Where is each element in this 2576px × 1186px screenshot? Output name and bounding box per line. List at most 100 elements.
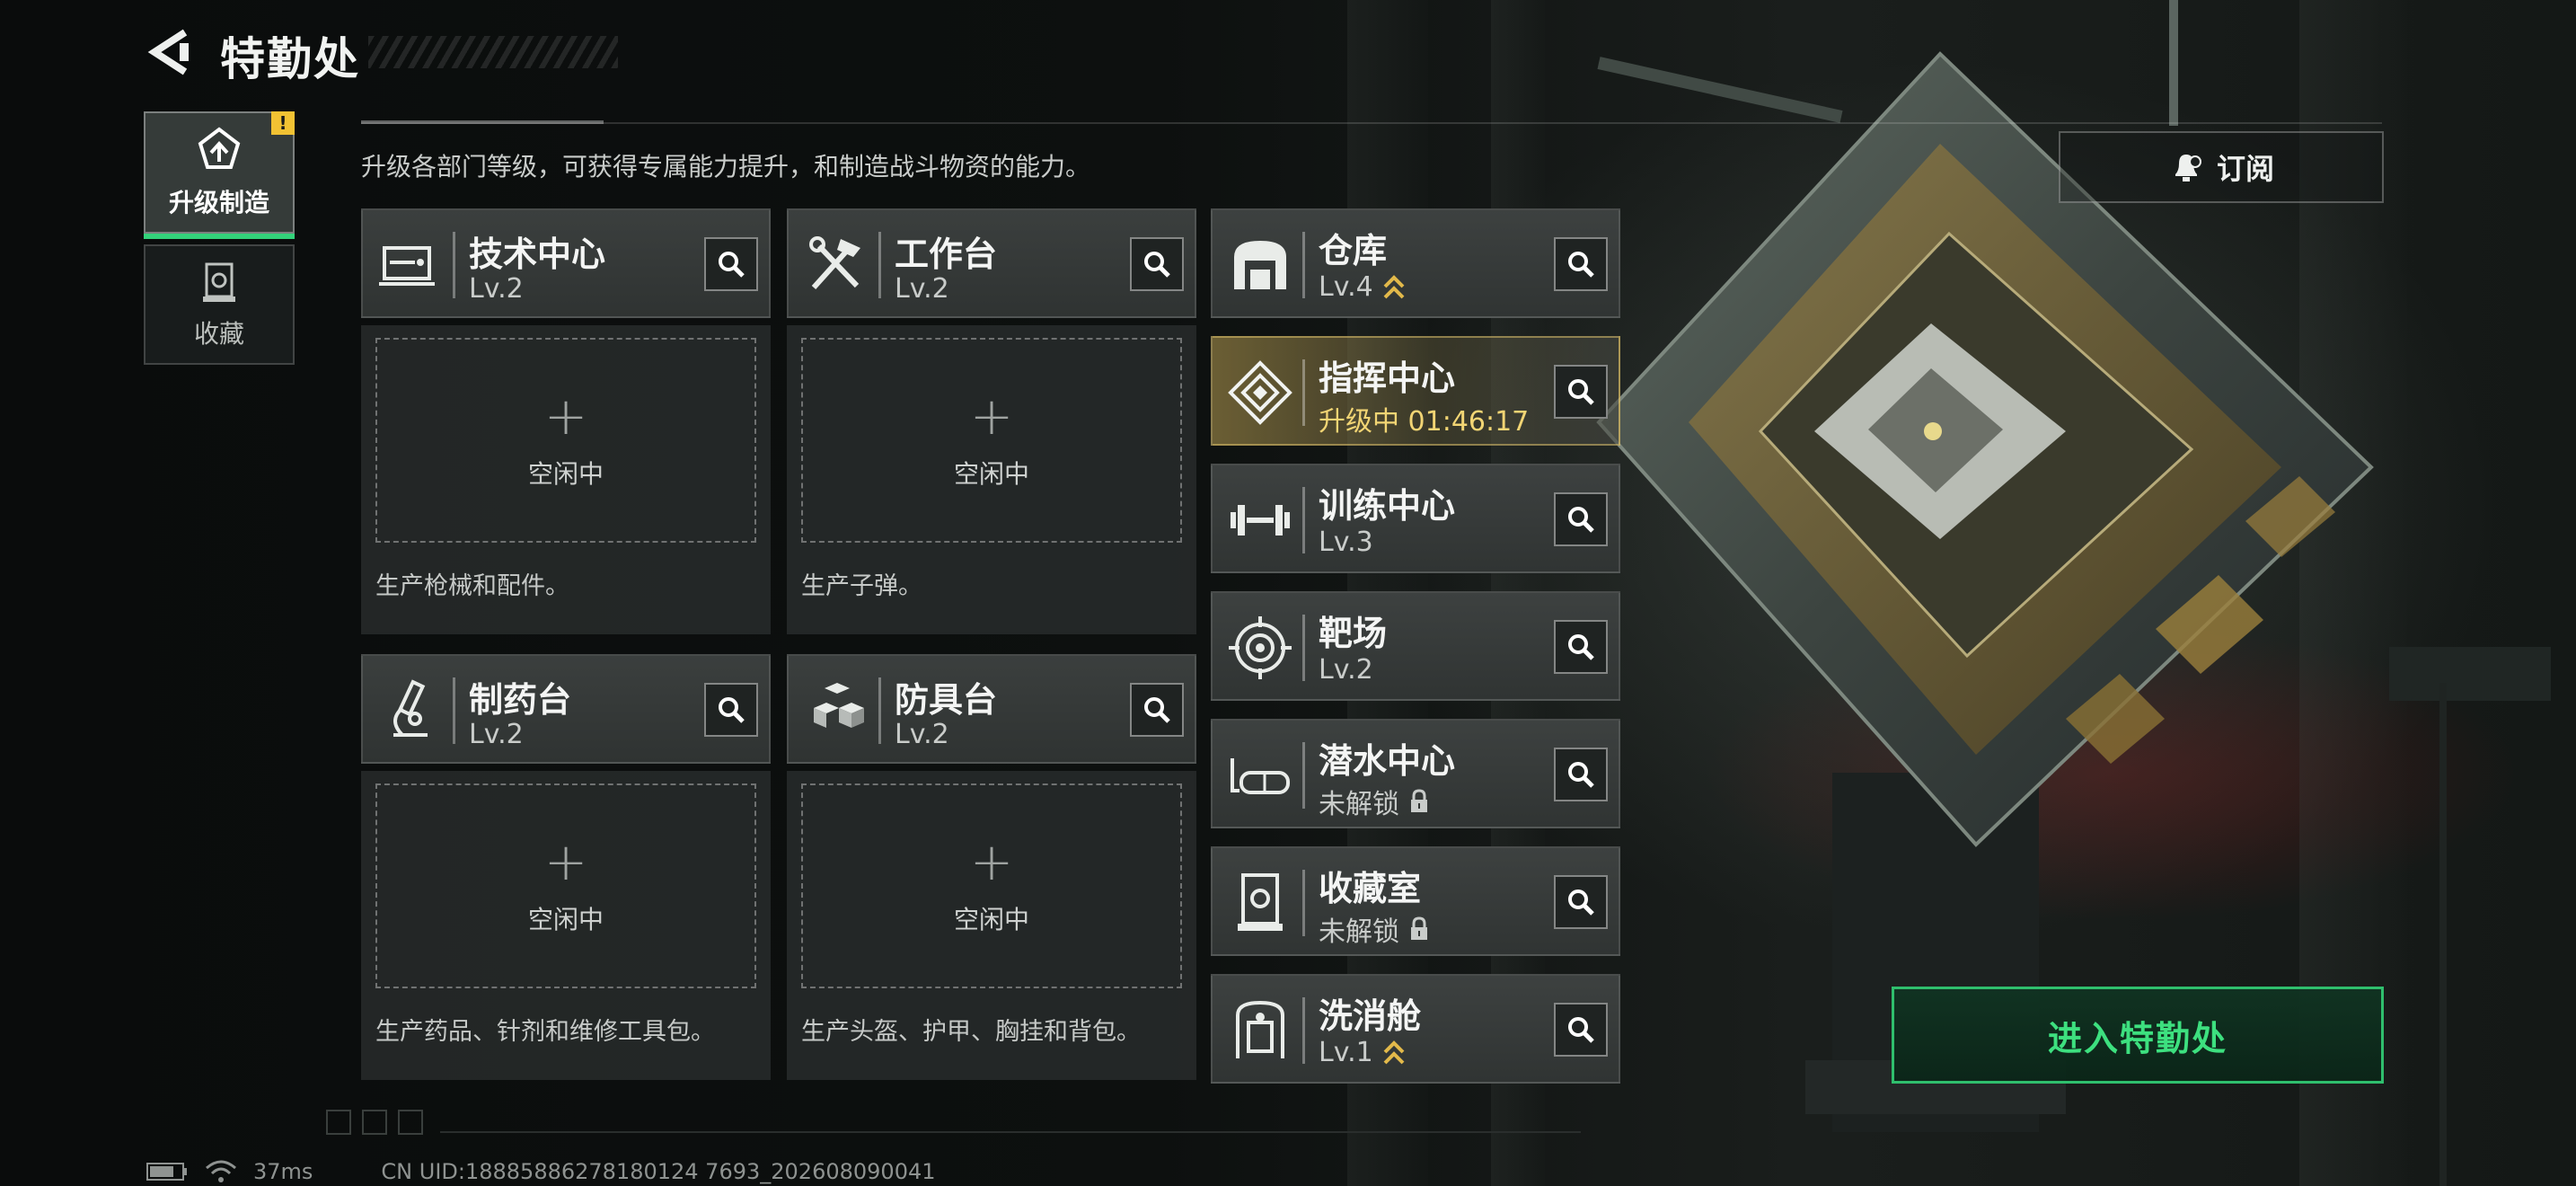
bell-icon <box>2175 155 2201 181</box>
command-center-icon <box>1228 360 1292 425</box>
diving-center-icon <box>1231 758 1290 794</box>
magnifier-icon <box>719 252 745 278</box>
tab-upgrade-craft[interactable]: ! 升级制造 <box>144 111 295 239</box>
slot-status: 空闲中 <box>527 905 604 934</box>
production-card-pharmacy: 制药台 Lv.2 + 空闲中 生产药品、针剂和维修工具包。 <box>361 654 771 1080</box>
production-card-tech-center: 技术中心 Lv.2 + 空闲中 生产枪械和配件。 <box>361 208 771 634</box>
title-decoration <box>368 36 618 68</box>
production-description: 生产枪械和配件。 <box>375 572 569 600</box>
facility-status: Lv.3 <box>1319 527 1373 558</box>
magnifier-icon <box>1568 1017 1594 1043</box>
header-separator <box>1302 615 1305 681</box>
workbench-icon <box>809 236 860 290</box>
inspect-button[interactable] <box>1554 1003 1608 1057</box>
inspect-button[interactable] <box>704 683 758 737</box>
facility-diving-center[interactable]: 潜水中心 未解锁 <box>1211 719 1620 828</box>
divider <box>361 122 2382 124</box>
facility-level: Lv.2 <box>895 719 949 750</box>
facility-decontamination[interactable]: 洗消舱 Lv.1 <box>1211 974 1620 1084</box>
production-card-body: + 空闲中 生产子弹。 <box>787 325 1196 634</box>
facility-command-center[interactable]: 指挥中心 升级中 01:46:17 <box>1211 336 1620 446</box>
header-separator <box>453 677 455 744</box>
facility-training-center[interactable]: 训练中心 Lv.3 <box>1211 464 1620 573</box>
facility-status: 未解锁 <box>1319 782 1430 821</box>
inspect-button[interactable] <box>1554 620 1608 674</box>
plus-icon: + <box>969 831 1014 892</box>
inspect-button[interactable] <box>1554 237 1608 291</box>
production-card-body: + 空闲中 生产枪械和配件。 <box>361 325 771 634</box>
lock-status: 未解锁 <box>1319 916 1399 948</box>
inspect-button[interactable] <box>704 237 758 291</box>
production-card-header[interactable]: 制药台 Lv.2 <box>361 654 771 764</box>
production-slot[interactable]: + 空闲中 <box>801 783 1182 988</box>
inspect-button[interactable] <box>1130 683 1184 737</box>
facility-name: 仓库 <box>1319 231 1388 270</box>
player-uid: CN UID:18885886278180124 7693_2026080900… <box>381 1159 936 1184</box>
magnifier-icon <box>1568 634 1594 660</box>
magnifier-icon <box>1568 507 1594 533</box>
production-card-header[interactable]: 工作台 Lv.2 <box>787 208 1196 318</box>
magnifier-icon <box>1144 252 1170 278</box>
facility-status: Lv.2 <box>1319 654 1373 686</box>
magnifier-icon <box>1568 379 1594 405</box>
magnifier-icon <box>719 697 745 723</box>
enter-special-ops-button[interactable]: 进入特勤处 <box>1892 987 2384 1084</box>
pharmacy-icon <box>393 679 428 737</box>
production-card-body: + 空闲中 生产药品、针剂和维修工具包。 <box>361 771 771 1080</box>
production-card-header[interactable]: 技术中心 Lv.2 <box>361 208 771 318</box>
back-button[interactable] <box>146 27 196 77</box>
header-separator <box>1302 742 1305 809</box>
facility-level: Lv.1 <box>1319 1037 1373 1068</box>
warehouse-icon <box>1234 241 1286 289</box>
facility-level: Lv.2 <box>469 273 524 305</box>
header-separator <box>878 232 881 298</box>
production-card-header[interactable]: 防具台 Lv.2 <box>787 654 1196 764</box>
inspect-button[interactable] <box>1554 875 1608 929</box>
header-separator <box>1302 870 1305 936</box>
section-description: 升级各部门等级，可获得专属能力提升，和制造战斗物资的能力。 <box>361 152 1091 181</box>
tab-collection[interactable]: 收藏 <box>144 244 295 365</box>
subscribe-label: 订阅 <box>2216 152 2274 186</box>
production-slot[interactable]: + 空闲中 <box>801 338 1182 543</box>
facility-name: 指挥中心 <box>1319 358 1456 398</box>
facility-collection-room[interactable]: 收藏室 未解锁 <box>1211 846 1620 956</box>
production-description: 生产头盔、护甲、胸挂和背包。 <box>801 1018 1141 1046</box>
production-description: 生产子弹。 <box>801 572 922 600</box>
lock-status: 未解锁 <box>1319 789 1399 820</box>
subscribe-button[interactable]: 订阅 <box>2059 131 2384 203</box>
facility-level: Lv.4 <box>1319 271 1373 303</box>
facility-shooting-range[interactable]: 靶场 Lv.2 <box>1211 591 1620 701</box>
inspect-button[interactable] <box>1130 237 1184 291</box>
production-slot[interactable]: + 空闲中 <box>375 338 756 543</box>
facility-warehouse[interactable]: 仓库 Lv.4 <box>1211 208 1620 318</box>
plus-icon: + <box>969 385 1014 447</box>
inspect-button[interactable] <box>1554 365 1608 419</box>
tab-upgrade-craft-label: 升级制造 <box>168 188 269 217</box>
tab-collection-label: 收藏 <box>193 319 244 349</box>
facility-name: 训练中心 <box>1319 486 1456 526</box>
plus-icon: + <box>543 831 588 892</box>
collection-icon <box>203 262 235 302</box>
inspect-button[interactable] <box>1554 748 1608 801</box>
facility-name: 靶场 <box>1319 614 1388 653</box>
production-card-armor-bench: 防具台 Lv.2 + 空闲中 生产头盔、护甲、胸挂和背包。 <box>787 654 1196 1080</box>
upgrade-available-icon <box>1383 1040 1405 1064</box>
facility-level: Lv.2 <box>1319 654 1373 686</box>
facility-name: 技术中心 <box>469 235 606 274</box>
wifi-icon <box>206 1160 236 1182</box>
divider-accent <box>361 120 604 124</box>
header-separator <box>1302 359 1305 426</box>
plus-icon: + <box>543 385 588 447</box>
slot-status: 空闲中 <box>953 905 1029 934</box>
production-slot[interactable]: + 空闲中 <box>375 783 756 988</box>
battery-icon <box>146 1163 187 1181</box>
upgrade-timer: 升级中 01:46:17 <box>1319 406 1530 438</box>
facility-name: 洗消舱 <box>1319 996 1422 1036</box>
lock-icon <box>1411 916 1427 940</box>
magnifier-icon <box>1144 697 1170 723</box>
facility-status: Lv.1 <box>1319 1037 1406 1068</box>
facility-level: Lv.2 <box>895 273 949 305</box>
header-separator <box>453 232 455 298</box>
status-bar: 37ms CN UID:18885886278180124 7693_20260… <box>146 1159 936 1184</box>
inspect-button[interactable] <box>1554 492 1608 546</box>
